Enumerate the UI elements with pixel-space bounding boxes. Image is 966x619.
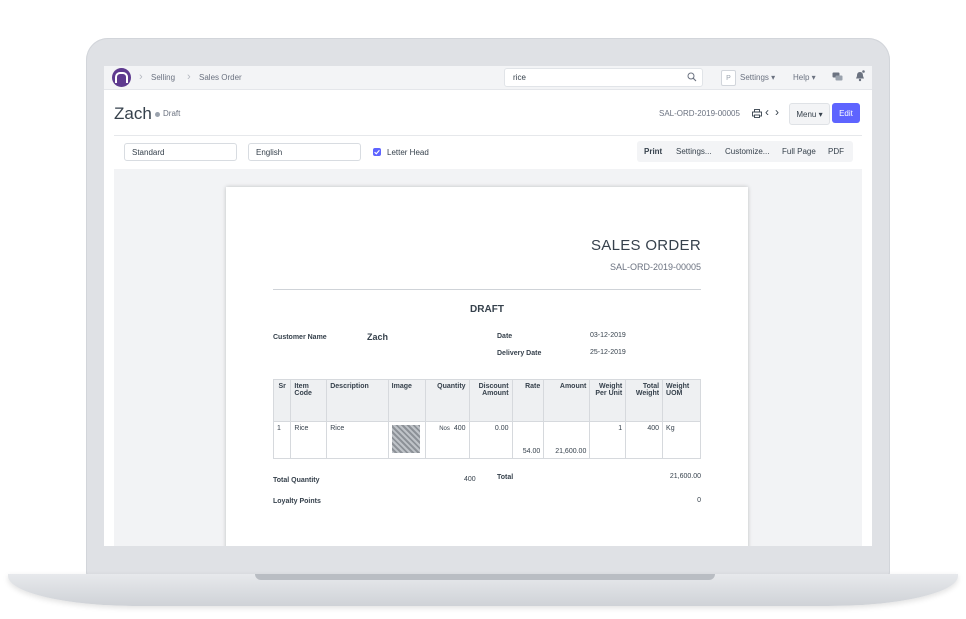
help-dropdown[interactable]: Help ▾ [793,73,816,82]
menu-label: Menu [796,109,817,119]
document-heading: SALES ORDER [591,237,701,254]
navbar: › Selling › Sales Order rice P Settings … [104,66,872,90]
pdf-button[interactable]: PDF [828,147,844,156]
loyalty-points-value: 0 [697,497,701,504]
print-document: SALES ORDER SAL-ORD-2019-00005 DRAFT Cus… [226,187,748,546]
status-indicator-icon [155,112,160,117]
cell-item-code: Rice [290,421,328,459]
items-table: Sr Item Code Description Image Quantity … [272,379,701,459]
date-label: Date [497,333,513,340]
next-document-icon[interactable]: › [775,105,779,119]
letter-head-checkbox[interactable] [373,148,381,156]
document-number: SAL-ORD-2019-00005 [609,262,701,272]
cell-discount: 0.00 [468,421,513,459]
edit-button[interactable]: Edit [832,103,860,123]
cell-weight-uom: Kg [662,421,701,459]
search-value: rice [513,73,526,82]
cell-total-weight: 400 [625,421,664,459]
item-image [391,425,420,453]
letter-head-label: Letter Head [387,148,429,157]
total-label: Total [497,474,514,481]
column-header: Amount [543,379,591,422]
page-title: Zach [114,104,152,123]
settings-dropdown[interactable]: Settings ▾ [740,73,775,82]
column-header: Sr [272,379,292,422]
column-header: Image [387,379,426,422]
chevron-right-icon: › [187,71,191,83]
customize-button[interactable]: Customize... [725,147,769,156]
cell-uom: Nos [439,426,450,432]
print-actions-group: Print Settings... Customize... Full Page… [637,141,853,162]
menu-button[interactable]: Menu ▾ [789,103,830,125]
column-header: Weight UOM [662,379,701,422]
status-badge: Draft [163,109,181,118]
column-header: Item Code [290,379,328,422]
app-logo-icon[interactable] [112,68,131,87]
cell-sr: 1 [272,421,292,459]
column-header: Total Weight [625,379,664,422]
delivery-date-value: 25-12-2019 [590,349,626,356]
cell-image [387,421,426,459]
cell-amount: 21,600.00 [543,421,591,459]
column-header: Discount Amount [468,379,513,422]
cell-quantity-value: 400 [453,425,466,432]
cell-rate: 54.00 [511,421,545,459]
draft-watermark: DRAFT [470,304,504,315]
search-icon [687,72,697,82]
help-label: Help [793,73,810,82]
total-quantity-label: Total Quantity [273,477,320,484]
table-header-row: Sr Item Code Description Image Quantity … [272,379,701,422]
divider [273,289,701,290]
app-screen: › Selling › Sales Order rice P Settings … [104,66,872,546]
notification-bell-icon[interactable] [855,70,865,82]
chevron-right-icon: › [139,71,143,83]
customer-name-value: Zach [367,332,389,342]
date-value: 03-12-2019 [590,332,626,339]
breadcrumb-sales-order[interactable]: Sales Order [199,73,242,82]
loyalty-points-label: Loyalty Points [273,498,321,505]
delivery-date-label: Delivery Date [497,350,542,357]
print-settings-button[interactable]: Settings... [676,147,712,156]
laptop-notch [255,574,715,580]
full-page-button[interactable]: Full Page [782,147,816,156]
table-row: 1 Rice Rice Nos 400 0.00 54.00 21,600.00 … [272,421,701,459]
print-button[interactable]: Print [644,147,662,156]
print-toolbar: Standard English Letter Head Print Setti… [114,135,862,170]
print-format-select[interactable]: Standard [124,143,237,161]
total-quantity-value: 400 [464,476,476,483]
customer-name-label: Customer Name [273,334,327,341]
column-header: Description [326,379,389,422]
cell-description: Rice [326,421,389,459]
avatar[interactable]: P [721,70,736,86]
settings-label: Settings [740,73,769,82]
total-value: 21,600.00 [669,473,701,480]
column-header: Quantity [424,379,470,422]
column-header: Weight Per Unit [589,379,627,422]
previous-document-icon[interactable]: ‹ [765,105,769,119]
column-header: Rate [511,379,545,422]
document-name: SAL-ORD-2019-00005 [659,109,740,118]
search-input[interactable]: rice [504,68,703,87]
checkmark-icon [374,149,380,155]
chat-icon[interactable] [832,72,843,82]
language-select[interactable]: English [248,143,361,161]
cell-quantity: Nos 400 [424,421,470,459]
printer-icon[interactable] [752,109,762,118]
cell-weight-per-unit: 1 [589,421,627,459]
breadcrumb-selling[interactable]: Selling [151,73,175,82]
